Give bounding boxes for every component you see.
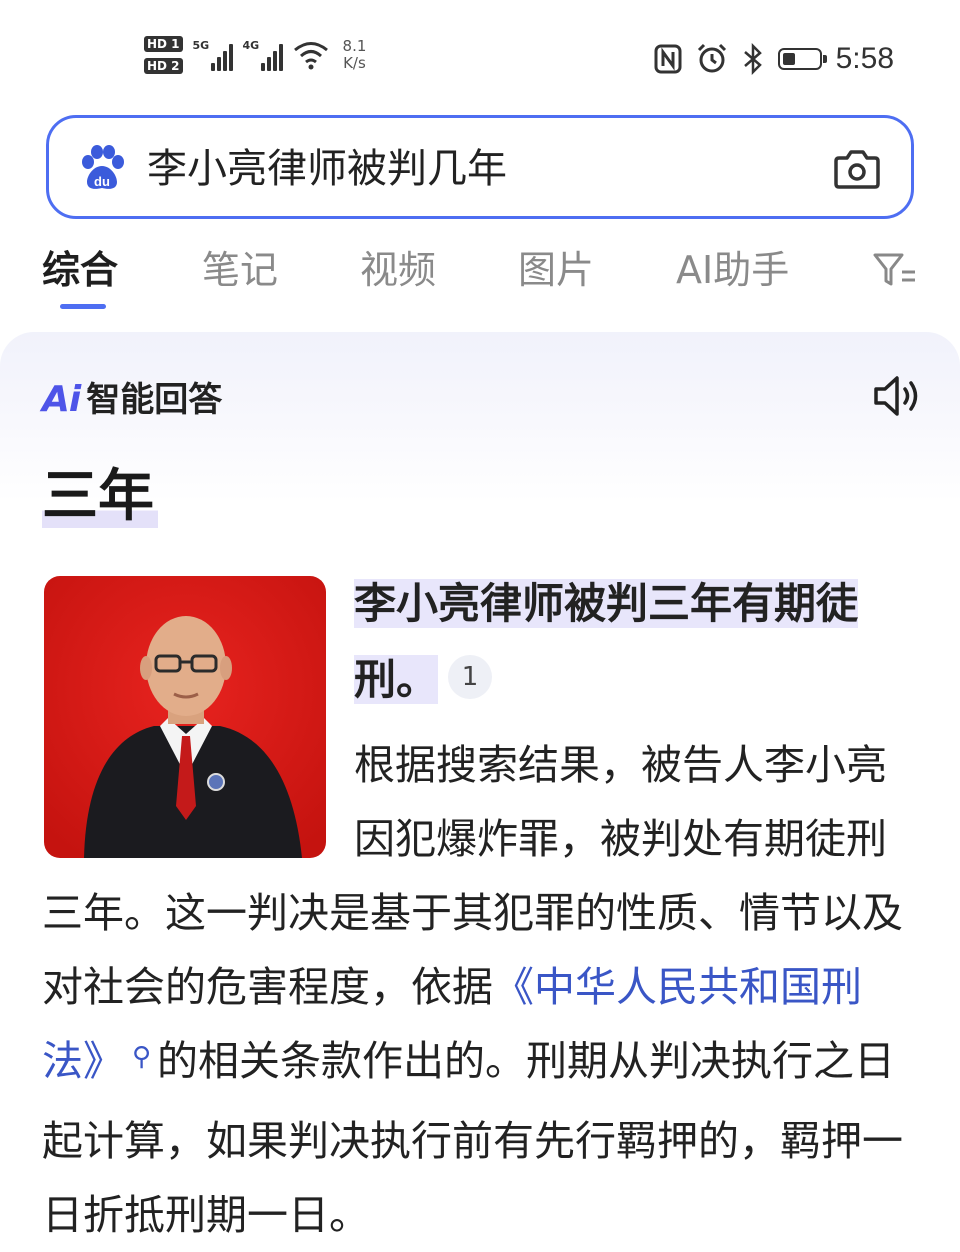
tab-videos[interactable]: 视频 (360, 242, 436, 298)
battery-icon (777, 48, 827, 70)
filter-icon[interactable] (872, 250, 918, 290)
tab-notes[interactable]: 笔记 (202, 242, 278, 298)
tab-comprehensive[interactable]: 综合 (42, 242, 118, 298)
speed-unit: K/s (343, 54, 366, 72)
summary-line2: 刑。 (354, 655, 439, 704)
net1-label: 5G (192, 39, 210, 52)
camera-icon[interactable] (833, 146, 881, 192)
net2-label: 4G (242, 39, 260, 52)
answer-headline: 三年 (42, 466, 158, 528)
hd2-badge: HD 2 (144, 58, 183, 74)
answer-summary: 李小亮律师被判三年有期徒 刑。 1 (354, 566, 914, 718)
signal-4g-icon: 4G (243, 39, 283, 71)
nfc-icon (654, 44, 682, 74)
citation-badge[interactable]: 1 (448, 654, 493, 699)
search-input[interactable]: 李小亮律师被判几年 (147, 144, 507, 194)
hd-indicators: HD 1 HD 2 (144, 36, 183, 74)
speed-value: 8.1 (342, 37, 367, 55)
wifi-icon (293, 42, 328, 70)
baidu-logo-text: du (94, 174, 110, 189)
search-link-icon[interactable]: ⚲ (132, 1042, 151, 1072)
signal-5g-icon: 5G (193, 39, 233, 71)
battery-fill (782, 53, 795, 65)
tab-ai-assistant[interactable]: AI助手 (676, 242, 789, 298)
status-bar: HD 1 HD 2 5G 4G 8.1 K/s 5:58 (0, 0, 960, 100)
search-tabs: 综合 笔记 视频 图片 AI助手 (0, 242, 960, 312)
body-text-part2: 的相关条款作出的。刑期从判决执行之日起计算，如果判决执行前有先行羁押的，羁押一日… (42, 1037, 903, 1239)
ai-answer-header: Ai 智能回答 (42, 378, 222, 422)
clock: 5:58 (835, 42, 894, 75)
tab-images[interactable]: 图片 (518, 242, 594, 298)
alarm-icon (697, 43, 726, 73)
ai-logo: Ai (42, 379, 81, 420)
bluetooth-icon (743, 43, 762, 75)
baidu-paw-icon[interactable]: du (79, 144, 125, 192)
search-bar[interactable]: du 李小亮律师被判几年 (46, 115, 914, 219)
hd1-badge: HD 1 (144, 36, 183, 52)
status-right: 5:58 (654, 42, 894, 76)
status-left: HD 1 HD 2 5G 4G 8.1 K/s (144, 36, 366, 74)
summary-line1: 李小亮律师被判三年有期徒 (354, 579, 859, 628)
active-tab-indicator (60, 304, 106, 309)
answer-body: 根据搜索结果，被告人李小亮因犯爆炸罪，被判处有期徒刑三年。这一判决是基于其犯罪的… (42, 728, 922, 1252)
ai-answer-title: 智能回答 (86, 380, 223, 420)
speaker-icon[interactable] (872, 372, 924, 420)
network-speed: 8.1 K/s (343, 38, 367, 72)
